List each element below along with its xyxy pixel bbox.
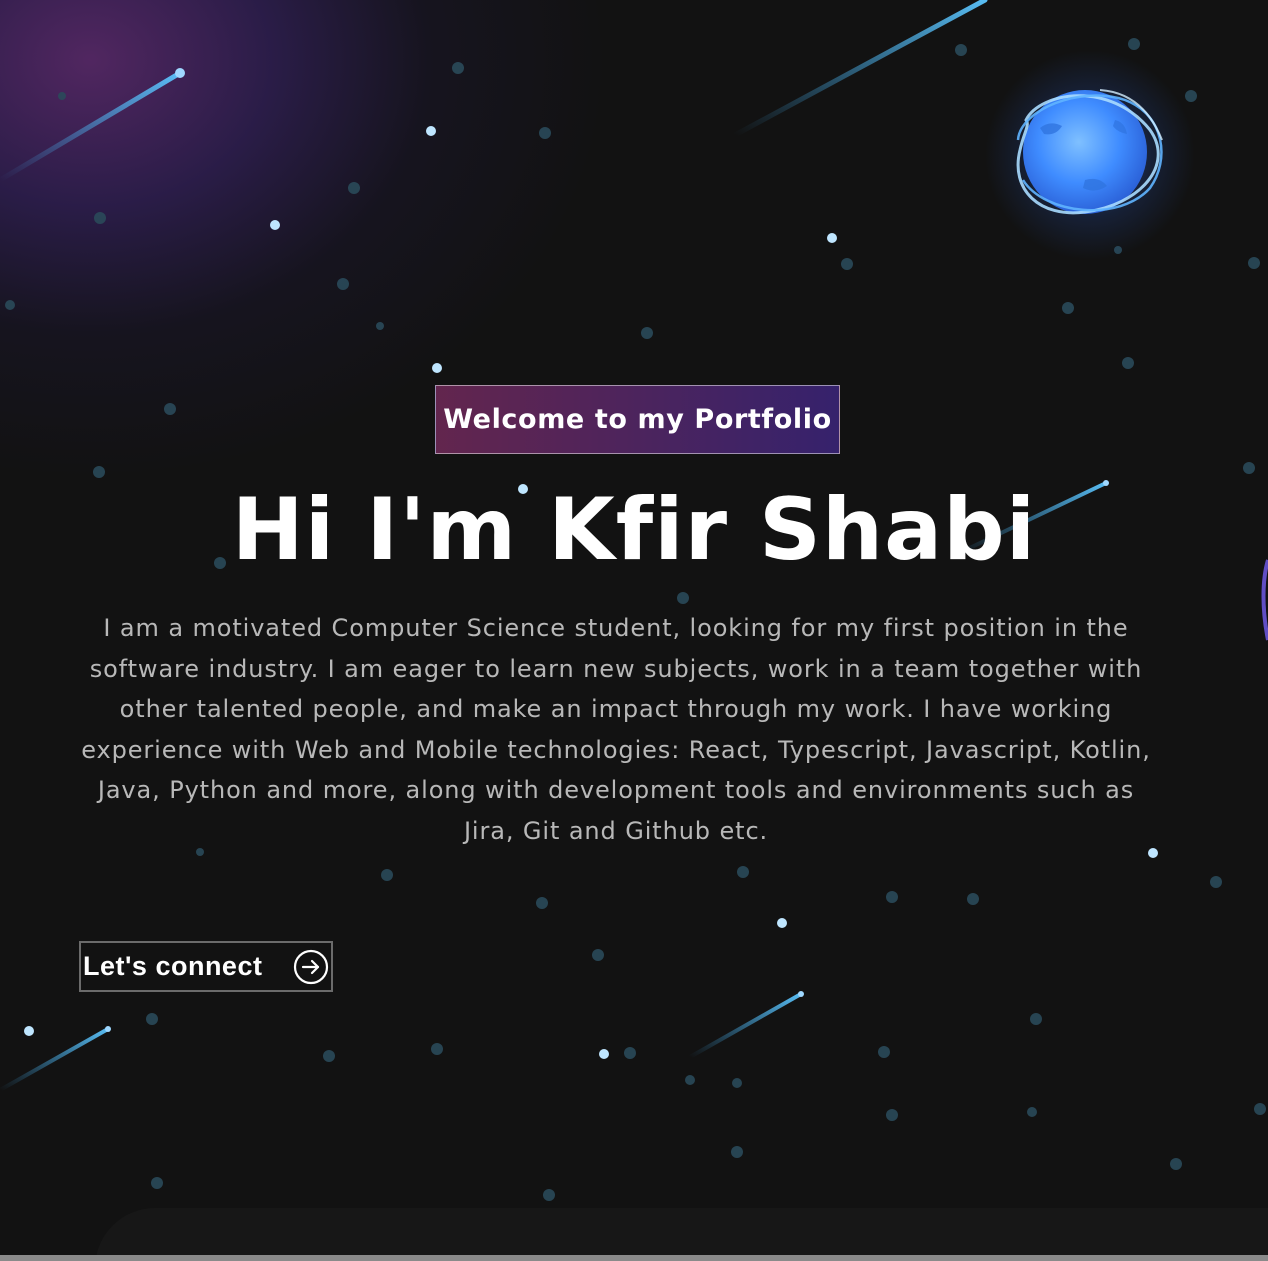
page-title: Hi I'm Kfir Shabi [231,480,1037,580]
planet-icon [985,50,1195,260]
hero-banner: Welcome to my Portfolio Hi I'm Kfir Shab… [0,0,1268,1261]
lets-connect-button[interactable]: Let's connect [79,941,333,992]
scrollbar-thumb[interactable] [0,1255,1268,1261]
horizontal-scrollbar[interactable] [0,1255,1268,1261]
next-section-edge [95,1208,1268,1261]
welcome-tagline: Welcome to my Portfolio [435,385,840,454]
bright-stars [24,126,1158,1059]
lets-connect-label: Let's connect [83,951,263,981]
intro-paragraph: I am a motivated Computer Science studen… [81,614,1151,845]
arrow-right-circle-icon [293,949,329,985]
